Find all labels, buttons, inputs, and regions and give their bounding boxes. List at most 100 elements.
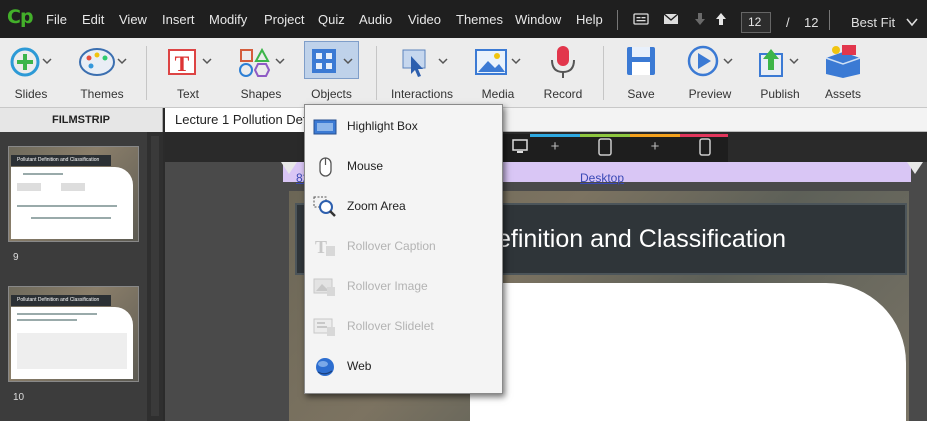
text-line bbox=[23, 173, 63, 175]
scrollbar-thumb[interactable] bbox=[151, 136, 159, 416]
slide-thumbnail-content bbox=[11, 307, 133, 379]
media-label: Media bbox=[481, 87, 515, 101]
menu-modify[interactable]: Modify bbox=[209, 12, 247, 27]
save-label: Save bbox=[627, 87, 655, 101]
text-button[interactable]: T Text bbox=[160, 38, 216, 108]
themes-label: Themes bbox=[80, 87, 124, 101]
preview-label: Preview bbox=[688, 87, 732, 101]
hand-pointer-icon bbox=[402, 49, 448, 77]
menu-window[interactable]: Window bbox=[515, 12, 561, 27]
publish-icon bbox=[759, 49, 799, 77]
menu-quiz[interactable]: Quiz bbox=[318, 12, 345, 27]
tablet-device-icon[interactable] bbox=[580, 134, 630, 162]
menu-project[interactable]: Project bbox=[264, 12, 304, 27]
menu-bar: Cp File Edit View Insert Modify Project … bbox=[0, 0, 927, 38]
ribbon-separator bbox=[146, 46, 147, 100]
slides-button[interactable]: Slides bbox=[3, 38, 59, 108]
email-icon[interactable] bbox=[663, 12, 679, 29]
objects-button[interactable]: Objects bbox=[304, 38, 359, 108]
slide-thumbnail[interactable]: Pollutant Definition and Classification bbox=[8, 146, 139, 242]
chevron-down-icon[interactable] bbox=[906, 14, 918, 30]
shapes-button[interactable]: Shapes bbox=[232, 38, 290, 108]
assets-label: Assets bbox=[824, 87, 861, 101]
total-slides: 12 bbox=[804, 15, 819, 30]
interactions-button[interactable]: Interactions bbox=[389, 38, 455, 108]
menu-item-zoom-area[interactable]: Zoom Area bbox=[305, 189, 502, 225]
slide-number: 9 bbox=[13, 252, 19, 263]
breakpoint-marker[interactable] bbox=[281, 162, 297, 174]
menu-file[interactable]: File bbox=[46, 12, 67, 27]
interactions-label: Interactions bbox=[390, 87, 454, 101]
menu-item-label: Web bbox=[347, 359, 372, 373]
menu-separator bbox=[829, 10, 830, 30]
menu-item-rollover-caption: T Rollover Caption bbox=[305, 229, 502, 265]
rollover-slidelet-icon bbox=[313, 318, 335, 336]
play-icon bbox=[687, 45, 733, 77]
slide-thumbnail[interactable]: Pollutant Definition and Classification bbox=[8, 286, 139, 382]
record-button[interactable]: Record bbox=[538, 38, 588, 108]
filmstrip-header: FILMSTRIP bbox=[0, 108, 163, 132]
breakpoint-label[interactable]: Desktop bbox=[580, 171, 624, 185]
media-button[interactable]: Media bbox=[470, 38, 526, 108]
record-label: Record bbox=[543, 87, 583, 101]
zoom-area-icon bbox=[313, 196, 336, 217]
slide-thumbnail-title: Pollutant Definition and Classification bbox=[11, 295, 111, 306]
slide-thumbnail-content bbox=[11, 167, 133, 239]
text-line bbox=[17, 313, 97, 315]
closed-captioning-icon[interactable] bbox=[633, 12, 649, 29]
menu-edit[interactable]: Edit bbox=[82, 12, 104, 27]
image-media-icon bbox=[475, 49, 521, 75]
ribbon-toolbar: Slides Themes T Text Shapes Objects Inte… bbox=[0, 38, 927, 108]
menu-separator bbox=[617, 10, 618, 30]
arrow-down-icon[interactable] bbox=[694, 12, 706, 29]
preview-button[interactable]: Preview bbox=[680, 38, 740, 108]
text-line bbox=[31, 217, 111, 219]
current-slide-input[interactable]: 12 bbox=[741, 12, 771, 33]
text-line bbox=[17, 205, 117, 207]
menu-item-rollover-image: Rollover Image bbox=[305, 269, 502, 305]
rollover-caption-icon: T bbox=[315, 237, 335, 257]
slide-content-shape[interactable] bbox=[470, 283, 906, 421]
web-icon bbox=[316, 358, 334, 376]
app-logo: Cp bbox=[7, 6, 34, 28]
rollover-image-icon bbox=[313, 278, 335, 296]
menu-item-web[interactable]: Web bbox=[305, 349, 502, 385]
menu-view[interactable]: View bbox=[119, 12, 147, 27]
arrow-up-icon[interactable] bbox=[715, 12, 727, 29]
assets-box-icon bbox=[825, 45, 861, 78]
publish-button[interactable]: Publish bbox=[752, 38, 808, 108]
breakpoint-marker[interactable] bbox=[907, 162, 923, 174]
menu-insert[interactable]: Insert bbox=[162, 12, 195, 27]
device-preview-bar: + + bbox=[495, 134, 728, 162]
menu-item-label: Rollover Caption bbox=[347, 239, 436, 253]
filmstrip-scrollbar[interactable] bbox=[147, 132, 163, 421]
objects-label: Objects bbox=[311, 87, 352, 101]
mobile-device-icon[interactable] bbox=[680, 134, 730, 162]
menu-video[interactable]: Video bbox=[408, 12, 441, 27]
assets-button[interactable]: Assets bbox=[816, 38, 870, 108]
menu-item-highlight-box[interactable]: Highlight Box bbox=[305, 109, 502, 145]
highlight-box-icon bbox=[313, 119, 337, 135]
text-line bbox=[17, 183, 41, 191]
document-tab[interactable]: Lecture 1 Pollution Def bbox=[165, 108, 305, 132]
menu-item-label: Highlight Box bbox=[347, 119, 418, 133]
zoom-select[interactable]: Best Fit bbox=[851, 15, 895, 30]
text-label: Text bbox=[176, 87, 199, 101]
menu-audio[interactable]: Audio bbox=[359, 12, 392, 27]
ribbon-separator bbox=[376, 46, 377, 100]
objects-icon bbox=[312, 49, 353, 73]
themes-button[interactable]: Themes bbox=[72, 38, 132, 108]
menu-help[interactable]: Help bbox=[576, 12, 603, 27]
menu-item-mouse[interactable]: Mouse bbox=[305, 149, 502, 185]
menu-themes[interactable]: Themes bbox=[456, 12, 503, 27]
stage-area: Lecture 1 Pollution Def + + 82 Desktop e… bbox=[165, 108, 927, 421]
add-breakpoint-icon[interactable]: + bbox=[630, 134, 680, 162]
scatter-plot bbox=[17, 333, 127, 369]
add-breakpoint-icon[interactable]: + bbox=[530, 134, 580, 162]
text-line bbox=[17, 319, 77, 321]
save-disk-icon bbox=[627, 47, 655, 75]
slide-number: 10 bbox=[13, 392, 25, 403]
save-button[interactable]: Save bbox=[616, 38, 666, 108]
shapes-label: Shapes bbox=[240, 87, 282, 101]
menu-item-label: Rollover Image bbox=[347, 279, 428, 293]
